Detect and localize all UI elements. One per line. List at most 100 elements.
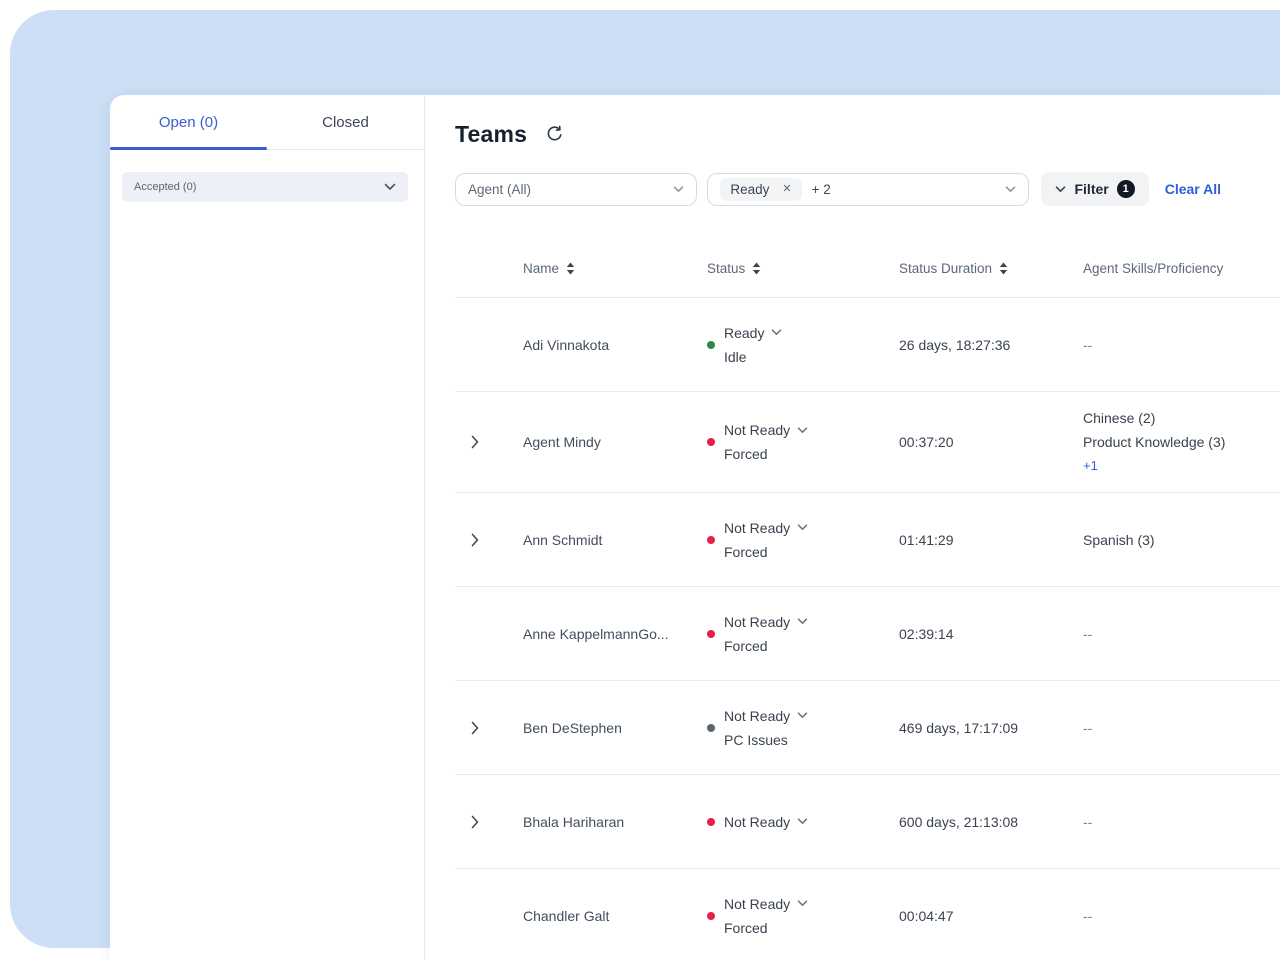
sidebar: Open (0) Closed Accepted (0): [110, 95, 425, 960]
status-filter-dropdown[interactable]: Ready ✕ + 2: [707, 173, 1029, 206]
status-cell: Not ReadyForced: [707, 892, 899, 940]
skills-cell: Chinese (2)Product Knowledge (3)+1: [1083, 392, 1280, 492]
chevron-right-icon: [471, 435, 479, 449]
table-row: Anne KappelmannGo... Not ReadyForced 02:39…: [455, 587, 1280, 681]
sidebar-tabs: Open (0) Closed: [110, 95, 424, 150]
status-duration: 01:41:29: [899, 532, 1083, 548]
chevron-right-icon: [471, 721, 479, 735]
sub-status: Forced: [724, 540, 808, 564]
expand-row-button[interactable]: [467, 431, 483, 453]
app-card: Open (0) Closed Accepted (0) Teams Agent…: [110, 95, 1280, 960]
agent-name: Ann Schmidt: [523, 532, 707, 548]
status-dropdown[interactable]: Not Ready: [724, 892, 808, 916]
status-dot: [707, 912, 715, 920]
status-cell: Not Ready: [707, 810, 899, 834]
status-duration: 600 days, 21:13:08: [899, 814, 1083, 830]
status-cell: Not ReadyForced: [707, 418, 899, 466]
sub-status: Forced: [724, 916, 808, 940]
expander-cell: [455, 431, 523, 453]
chevron-right-icon: [471, 815, 479, 829]
column-label: Status: [707, 261, 745, 276]
table-body: Adi VinnakotaReadyIdle26 days, 18:27:36-…: [425, 298, 1280, 960]
table-row: Ann SchmidtNot ReadyForced01:41:29Spanis…: [455, 493, 1280, 587]
agent-filter-value: Agent (All): [468, 182, 531, 197]
more-skills-link[interactable]: +1: [1083, 454, 1280, 478]
status-dot: [707, 630, 715, 638]
filter-button[interactable]: Filter 1: [1041, 172, 1148, 206]
sub-status: Forced: [724, 634, 808, 658]
status-dot: [707, 536, 715, 544]
column-header-1[interactable]: Status: [707, 261, 899, 276]
column-header-2[interactable]: Status Duration: [899, 261, 1083, 276]
agent-name: Agent Mindy: [523, 434, 707, 450]
status-duration: 26 days, 18:27:36: [899, 337, 1083, 353]
accepted-accordion[interactable]: Accepted (0): [122, 172, 408, 202]
table-header-row: NameStatus Status DurationAgent Skills/Pr…: [455, 240, 1280, 298]
refresh-button[interactable]: [543, 123, 566, 146]
more-filters-count[interactable]: + 2: [812, 182, 831, 197]
filter-count-badge: 1: [1117, 180, 1135, 198]
tab-closed[interactable]: Closed: [267, 95, 424, 149]
table-row: Ben DeStephenNot ReadyPC Issues469 days,…: [455, 681, 1280, 775]
skills-cell: --: [1083, 702, 1280, 754]
chevron-right-icon: [471, 533, 479, 547]
filter-button-label: Filter: [1074, 181, 1108, 197]
table-row: Agent MindyNot ReadyForced00:37:20Chines…: [455, 392, 1280, 493]
column-header-0[interactable]: Name: [523, 261, 707, 276]
ready-filter-chip: Ready ✕: [720, 178, 801, 201]
skill-item: Chinese (2): [1083, 406, 1280, 430]
status-duration: 469 days, 17:17:09: [899, 720, 1083, 736]
status-dot: [707, 438, 715, 446]
skill-item: Spanish (3): [1083, 528, 1280, 552]
status-duration: 00:04:47: [899, 908, 1083, 924]
status-lines: ReadyIdle: [724, 321, 782, 369]
no-skills: --: [1083, 810, 1280, 834]
chevron-down-icon: [1005, 186, 1016, 193]
status-value: Ready: [724, 321, 764, 345]
no-skills: --: [1083, 716, 1280, 740]
sub-status: Forced: [724, 442, 808, 466]
column-label: Agent Skills/Proficiency: [1083, 261, 1223, 276]
skills-cell: Spanish (3): [1083, 514, 1280, 566]
status-dropdown[interactable]: Not Ready: [724, 704, 808, 728]
agent-name: Anne KappelmannGo...: [523, 626, 707, 642]
expand-row-button[interactable]: [467, 811, 483, 833]
expander-cell: [455, 811, 523, 833]
title-row: Teams: [425, 95, 1280, 148]
expand-row-button[interactable]: [467, 717, 483, 739]
chevron-down-icon: [797, 427, 808, 434]
status-lines: Not Ready: [724, 810, 808, 834]
status-dropdown[interactable]: Ready: [724, 321, 782, 345]
sort-icon: [752, 262, 761, 275]
expand-row-button[interactable]: [467, 529, 483, 551]
status-value: Not Ready: [724, 810, 790, 834]
status-dropdown[interactable]: Not Ready: [724, 810, 808, 834]
agent-filter-dropdown[interactable]: Agent (All): [455, 173, 697, 206]
clear-all-link[interactable]: Clear All: [1165, 181, 1221, 197]
agent-name: Ben DeStephen: [523, 720, 707, 736]
status-lines: Not ReadyForced: [724, 418, 808, 466]
expander-cell: [455, 717, 523, 739]
skills-cell: --: [1083, 319, 1280, 371]
status-duration: 02:39:14: [899, 626, 1083, 642]
status-dropdown[interactable]: Not Ready: [724, 418, 808, 442]
chevron-down-icon: [797, 900, 808, 907]
chip-label: Ready: [730, 182, 769, 197]
skills-cell: --: [1083, 608, 1280, 660]
sub-status: Idle: [724, 345, 782, 369]
status-dropdown[interactable]: Not Ready: [724, 516, 808, 540]
agent-name: Adi Vinnakota: [523, 337, 707, 353]
status-dot: [707, 341, 715, 349]
status-value: Not Ready: [724, 418, 790, 442]
chevron-down-icon: [797, 712, 808, 719]
status-value: Not Ready: [724, 892, 790, 916]
status-dot: [707, 818, 715, 826]
close-icon[interactable]: ✕: [782, 184, 791, 195]
tab-open[interactable]: Open (0): [110, 95, 267, 149]
no-skills: --: [1083, 333, 1280, 357]
status-dropdown[interactable]: Not Ready: [724, 610, 808, 634]
table-row: Chandler GaltNot ReadyForced00:04:47--: [455, 869, 1280, 960]
expander-cell: [455, 529, 523, 551]
status-cell: Not ReadyForced: [707, 516, 899, 564]
status-cell: Not ReadyPC Issues: [707, 704, 899, 752]
